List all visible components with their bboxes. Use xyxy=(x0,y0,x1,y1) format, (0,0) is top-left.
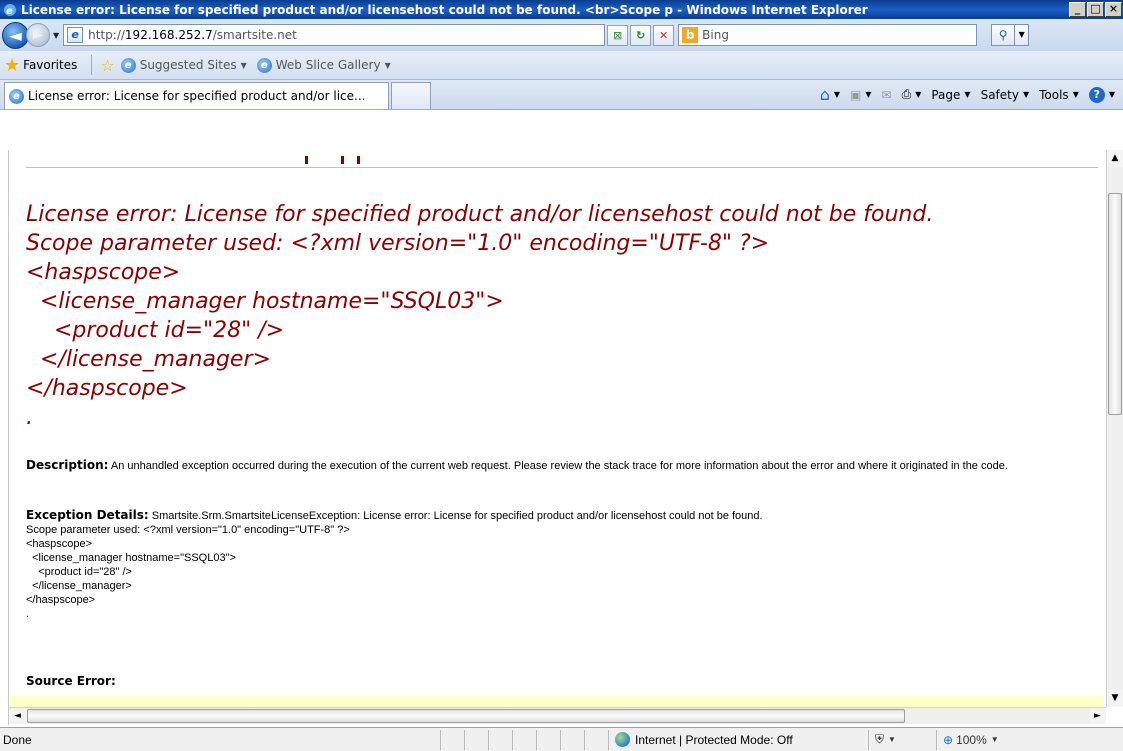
favorites-button[interactable]: ★ Favorites xyxy=(4,55,77,76)
web-slice-gallery-label: Web Slice Gallery xyxy=(275,58,381,72)
home-button[interactable]: ⌂ ▼ xyxy=(820,85,840,104)
page-menu[interactable]: Page ▼ xyxy=(931,88,970,102)
search-input[interactable]: b Bing xyxy=(678,24,978,46)
printer-icon: ⎙ xyxy=(901,87,912,101)
maximize-button[interactable]: □ xyxy=(1087,2,1104,17)
description-text: An unhandled exception occurred during t… xyxy=(108,460,1008,472)
back-button[interactable]: ◄ xyxy=(2,21,29,49)
favorites-star-icon: ★ xyxy=(4,54,21,76)
tools-menu-label: Tools xyxy=(1039,87,1069,102)
back-arrow-icon: ◄ xyxy=(9,25,22,45)
zoom-control[interactable]: ⊕ 100% ▼ xyxy=(936,729,1005,750)
svg-text:e: e xyxy=(6,6,13,17)
home-icon: ⌂ xyxy=(819,85,830,104)
status-bar: Done Internet | Protected Mode: Off ⛨ ▼ ⊕… xyxy=(0,727,1123,751)
ie-page-icon: e xyxy=(120,57,136,73)
safety-menu-label: Safety xyxy=(980,87,1019,102)
search-button[interactable]: ⚲ xyxy=(991,24,1016,46)
close-button[interactable]: × xyxy=(1105,2,1122,17)
status-cell xyxy=(488,729,512,750)
favorites-bar: ★ Favorites ☆ e Suggested Sites ▼ e Web … xyxy=(0,51,1123,80)
favorites-label: Favorites xyxy=(23,58,78,72)
vertical-scroll-thumb[interactable] xyxy=(1108,193,1122,415)
search-icon: ⚲ xyxy=(998,28,1008,42)
ie-page-icon: e xyxy=(256,57,272,73)
stop-icon[interactable]: ✕ xyxy=(653,24,675,46)
rss-feed-icon: ▣ xyxy=(850,87,862,102)
exception-label: Exception Details: xyxy=(26,508,149,522)
status-text: Done xyxy=(3,732,32,747)
exception-details-block: Exception Details: Smartsite.Srm.Smartsi… xyxy=(26,508,1086,621)
help-menu[interactable]: ? ▼ xyxy=(1088,86,1115,103)
source-code-box xyxy=(9,696,1104,707)
scroll-down-arrow-icon[interactable]: ▼ xyxy=(1107,690,1123,707)
scroll-up-arrow-icon[interactable]: ▲ xyxy=(1107,150,1123,167)
internet-globe-icon xyxy=(615,732,630,747)
search-options-dropdown[interactable]: ▼ xyxy=(1015,24,1030,46)
description-label: Description: xyxy=(26,458,109,472)
horizontal-scrollbar[interactable]: ◄ ► xyxy=(9,707,1106,724)
chevron-down-icon: ▼ xyxy=(240,60,247,70)
status-cell xyxy=(536,729,560,750)
clipped-heading-fragment xyxy=(209,156,369,164)
security-zone[interactable]: Internet | Protected Mode: Off xyxy=(608,729,868,750)
help-icon: ? xyxy=(1088,86,1105,103)
status-cell xyxy=(584,729,608,750)
description-block: Description: An unhandled exception occu… xyxy=(26,458,1086,473)
page-content: License error: License for specified pro… xyxy=(9,150,1104,707)
tools-menu[interactable]: Tools ▼ xyxy=(1039,88,1079,102)
minimize-button[interactable]: _ xyxy=(1069,2,1086,17)
ie-logo-icon: e xyxy=(4,3,16,17)
shield-icon: ⛨ xyxy=(875,732,885,746)
add-to-favorites-icon[interactable]: ☆ xyxy=(100,56,114,75)
address-bar[interactable]: e http://192.168.252.7/smartsite.net xyxy=(63,24,606,46)
source-error-label: Source Error: xyxy=(26,674,116,688)
refresh-icon[interactable]: ↻ xyxy=(630,24,652,46)
web-slice-gallery-link[interactable]: e Web Slice Gallery ▼ xyxy=(256,57,391,73)
safety-menu[interactable]: Safety ▼ xyxy=(981,88,1030,102)
read-mail-button[interactable]: ✉ xyxy=(882,88,892,102)
print-button[interactable]: ⎙ ▼ xyxy=(902,87,922,102)
address-url[interactable]: http://192.168.252.7/smartsite.net xyxy=(88,28,297,42)
vertical-scrollbar[interactable]: ▲ ▼ xyxy=(1106,150,1123,707)
command-bar: ⌂ ▼ ▣ ▼ ✉ ⎙ ▼ Page ▼ Safety ▼ Tools ▼ ? ▼ xyxy=(810,85,1115,104)
mail-icon: ✉ xyxy=(881,87,892,102)
suggested-sites-label: Suggested Sites xyxy=(139,58,237,72)
status-cell xyxy=(464,729,488,750)
status-cell xyxy=(440,729,464,750)
ie-page-icon: e xyxy=(9,88,24,104)
add-ons-status[interactable]: ⛨ ▼ xyxy=(868,729,936,750)
error-heading: License error: License for specified pro… xyxy=(26,202,934,430)
tab-label: License error: License for specified pro… xyxy=(28,89,366,103)
recent-pages-dropdown-icon[interactable]: ▼ xyxy=(53,31,59,40)
scroll-left-arrow-icon[interactable]: ◄ xyxy=(9,708,26,724)
forward-button[interactable]: ► xyxy=(26,23,50,47)
page-menu-label: Page xyxy=(931,87,961,102)
suggested-sites-link[interactable]: e Suggested Sites ▼ xyxy=(120,57,247,73)
status-cell xyxy=(512,729,536,750)
chevron-down-icon: ▼ xyxy=(384,60,391,70)
favorites-separator xyxy=(91,55,93,75)
feeds-button[interactable]: ▣ ▼ xyxy=(850,88,872,102)
header-divider xyxy=(26,167,1098,168)
compatibility-view-icon[interactable]: ⊠ xyxy=(607,24,629,46)
title-bar: e License error: License for specified p… xyxy=(0,0,1123,19)
security-zone-label: Internet | Protected Mode: Off xyxy=(635,732,793,747)
status-cell xyxy=(560,729,584,750)
navigation-bar: ◄ ► ▼ e http://192.168.252.7/smartsite.n… xyxy=(0,19,1123,51)
window-title: License error: License for specified pro… xyxy=(21,2,868,17)
bing-icon: b xyxy=(682,27,699,43)
search-placeholder: Bing xyxy=(702,28,729,42)
exception-text: Smartsite.Srm.SmartsiteLicenseException:… xyxy=(26,510,763,620)
page-icon: e xyxy=(67,27,84,43)
new-tab-button[interactable] xyxy=(391,82,431,109)
scroll-right-arrow-icon[interactable]: ► xyxy=(1089,708,1106,724)
source-error-block: Source Error: xyxy=(26,674,1086,689)
magnifier-icon: ⊕ xyxy=(943,732,954,747)
zoom-level: 100% xyxy=(956,732,987,747)
forward-arrow-icon: ► xyxy=(33,27,43,43)
horizontal-scroll-thumb[interactable] xyxy=(27,709,905,723)
tab-active[interactable]: e License error: License for specified p… xyxy=(4,82,389,109)
content-left-border xyxy=(0,150,9,725)
